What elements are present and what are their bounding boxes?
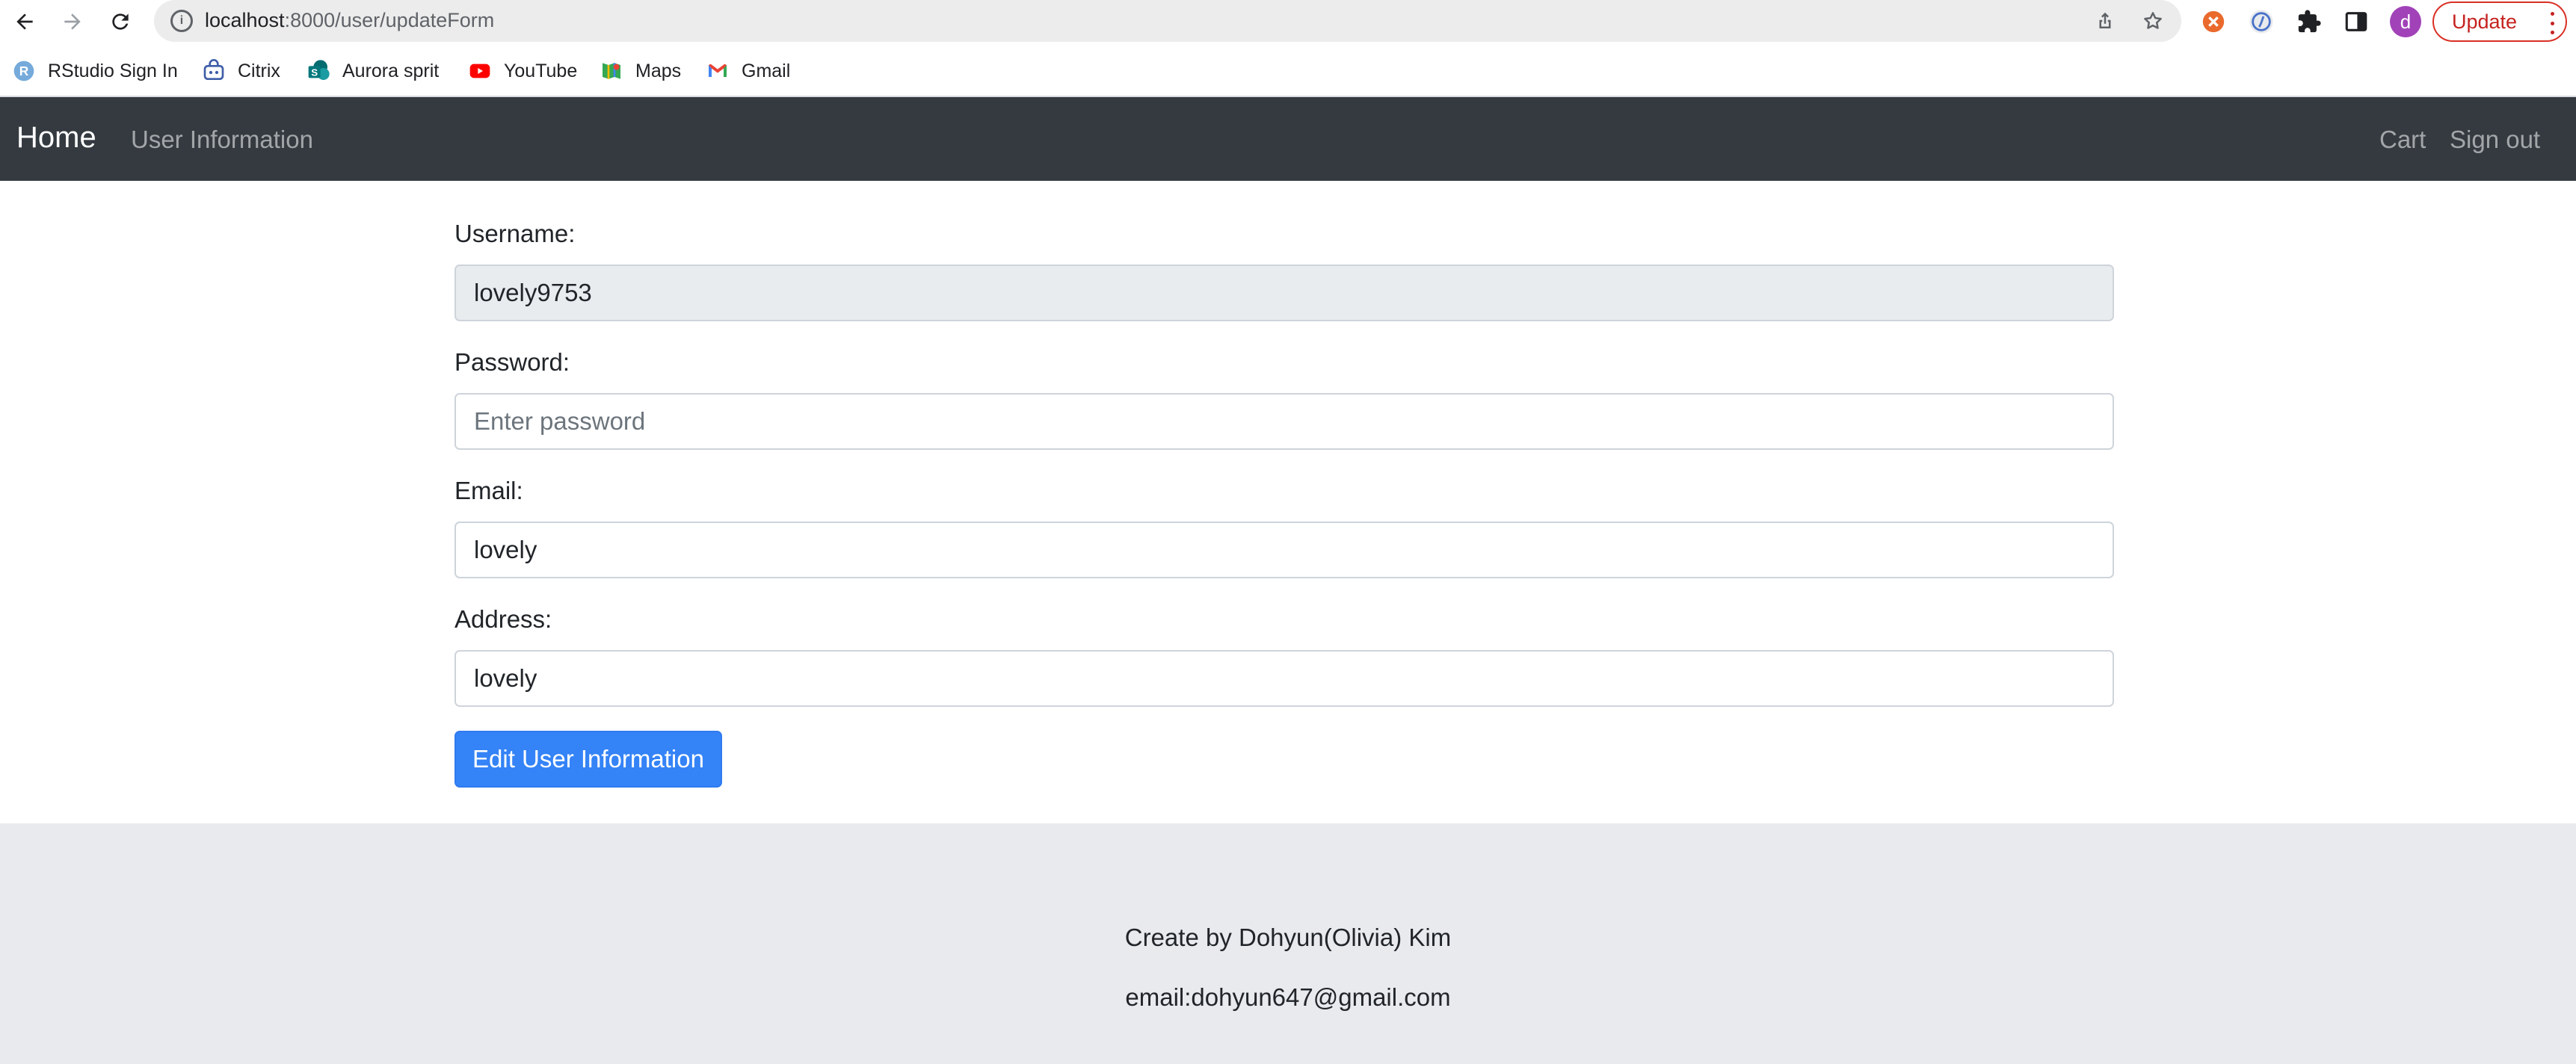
share-icon[interactable]	[2092, 7, 2119, 34]
password-label: Password:	[455, 348, 570, 376]
youtube-icon	[468, 59, 492, 83]
edit-user-information-button[interactable]: Edit User Information	[455, 731, 722, 788]
bookmark-label: RStudio Sign In	[48, 60, 178, 81]
nav-link-cart[interactable]: Cart	[2379, 126, 2426, 154]
page-footer: Create by Dohyun(Olivia) Kim email:dohyu…	[0, 823, 2576, 1064]
update-label: Update	[2452, 10, 2518, 33]
address-bar[interactable]: i localhost:8000/user/updateForm	[154, 0, 2181, 42]
nav-link-user-information[interactable]: User Information	[131, 126, 313, 154]
username-label: Username:	[455, 220, 576, 247]
citrix-icon	[202, 59, 226, 83]
gmail-icon	[706, 59, 730, 83]
bookmark-citrix[interactable]: Citrix	[202, 52, 280, 90]
side-panel-icon[interactable]	[2342, 7, 2370, 36]
site-info-icon[interactable]: i	[170, 10, 193, 32]
profile-avatar[interactable]: d	[2390, 6, 2421, 37]
email-input[interactable]	[455, 522, 2114, 578]
sharepoint-icon: S	[306, 59, 330, 83]
rstudio-icon: R	[12, 59, 36, 83]
chrome-update-button[interactable]: Update	[2432, 1, 2567, 42]
username-input[interactable]	[455, 265, 2114, 321]
bookmark-rstudio[interactable]: R RStudio Sign In	[12, 52, 178, 90]
url-host: localhost	[205, 9, 285, 31]
bookmarks-bar: R RStudio Sign In Citrix S Aurora sprit …	[0, 52, 2576, 90]
bookmark-label: Maps	[635, 60, 682, 81]
back-arrow-icon	[16, 13, 33, 30]
footer-email: email:dohyun647@gmail.com	[1125, 983, 1451, 1011]
bookmark-label: Citrix	[238, 60, 280, 81]
maps-icon	[600, 59, 623, 83]
footer-credit: Create by Dohyun(Olivia) Kim	[1124, 924, 1452, 951]
extension-orange-icon[interactable]	[2199, 7, 2228, 36]
bookmark-star-icon[interactable]	[2139, 7, 2166, 34]
svg-text:R: R	[19, 64, 29, 78]
password-input[interactable]	[455, 393, 2114, 450]
address-label: Address:	[455, 605, 552, 633]
extension-blue-icon[interactable]	[2247, 7, 2275, 36]
bookmark-label: Gmail	[742, 60, 791, 81]
bookmark-gmail[interactable]: Gmail	[706, 52, 790, 90]
forward-button[interactable]	[55, 4, 90, 39]
navbar-brand-home[interactable]: Home	[16, 121, 96, 155]
site-navbar: Home User Information Cart Sign out	[0, 97, 2576, 181]
bookmark-youtube[interactable]: YouTube	[468, 52, 577, 90]
bookmark-label: YouTube	[504, 60, 578, 81]
nav-link-sign-out[interactable]: Sign out	[2450, 126, 2540, 154]
more-menu-icon	[2551, 12, 2555, 34]
url-path: :8000/user/updateForm	[284, 9, 495, 31]
extensions-puzzle-icon[interactable]	[2295, 7, 2323, 36]
address-bar-url: localhost:8000/user/updateForm	[205, 9, 494, 32]
reload-button[interactable]	[103, 4, 138, 39]
browser-toolbar: i localhost:8000/user/updateForm d Updat…	[0, 0, 2576, 43]
reload-icon	[112, 13, 129, 30]
forward-arrow-icon	[64, 13, 81, 30]
bookmark-label: Aurora sprit	[342, 60, 440, 81]
svg-text:S: S	[311, 67, 318, 78]
bookmark-maps[interactable]: Maps	[600, 52, 681, 90]
address-input[interactable]	[455, 650, 2114, 707]
email-label: Email:	[455, 477, 523, 504]
bookmark-aurora-sprit[interactable]: S Aurora sprit	[306, 52, 439, 90]
back-button[interactable]	[7, 4, 42, 39]
